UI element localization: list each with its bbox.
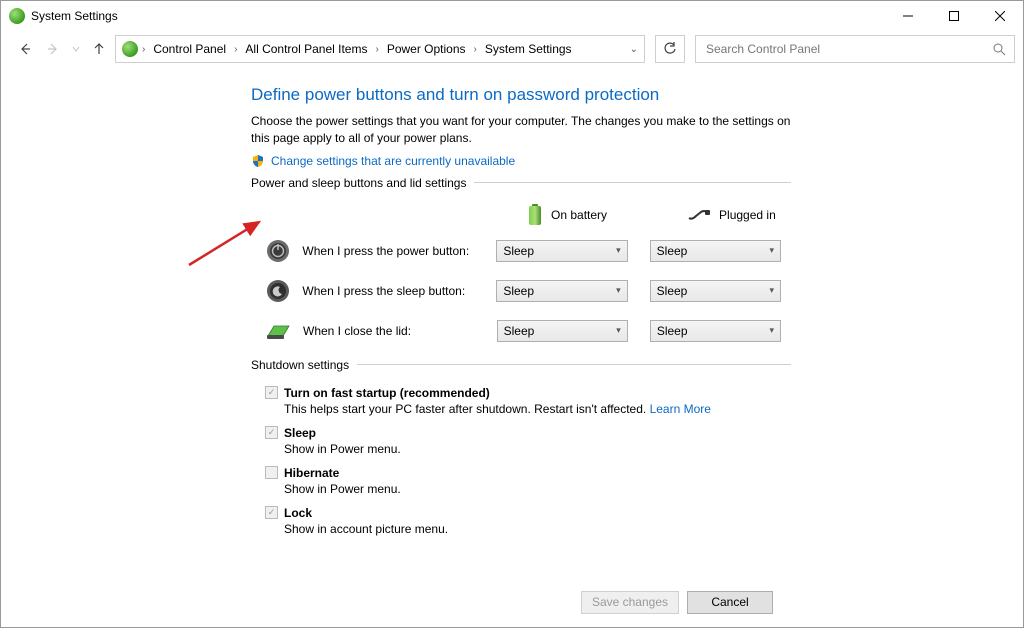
section-shutdown-label: Shutdown settings	[251, 358, 349, 372]
chevron-down-icon: ▾	[769, 325, 774, 336]
checkbox-hibernate-label: Hibernate	[284, 466, 339, 480]
checkbox-lock-label: Lock	[284, 506, 312, 520]
column-header-plugged: Plugged in	[687, 204, 776, 226]
save-button[interactable]: Save changes	[581, 591, 679, 614]
window-controls	[885, 1, 1023, 31]
checkbox-sleep-desc: Show in Power menu.	[284, 442, 791, 456]
lid-icon	[265, 318, 291, 344]
search-input[interactable]	[704, 41, 992, 57]
minimize-button[interactable]	[885, 1, 931, 31]
page-heading: Define power buttons and turn on passwor…	[251, 85, 791, 105]
row-sleep-button: When I press the sleep button: Sleep▾ Sl…	[251, 278, 791, 304]
change-settings-link[interactable]: Change settings that are currently unava…	[271, 154, 515, 168]
chevron-down-icon: ▾	[616, 325, 621, 336]
footer: Save changes Cancel	[1, 577, 1023, 627]
learn-more-link[interactable]: Learn More	[650, 402, 711, 416]
close-button[interactable]	[977, 1, 1023, 31]
chevron-down-icon: ▾	[769, 245, 774, 256]
search-box[interactable]	[695, 35, 1015, 63]
divider	[474, 182, 791, 183]
cancel-button[interactable]: Cancel	[687, 591, 773, 614]
control-panel-icon	[9, 8, 25, 24]
up-button[interactable]	[87, 37, 111, 61]
breadcrumb-system-settings[interactable]: System Settings	[481, 42, 576, 56]
titlebar: System Settings	[1, 1, 1023, 31]
breadcrumb-power-options[interactable]: Power Options	[383, 42, 470, 56]
dropdown-lid-battery[interactable]: Sleep▾	[497, 320, 628, 342]
column-header-plugged-label: Plugged in	[719, 208, 776, 222]
recent-dropdown-button[interactable]	[69, 37, 83, 61]
divider	[357, 364, 791, 365]
plug-icon	[687, 208, 711, 222]
chevron-right-icon[interactable]: ›	[140, 44, 147, 55]
chevron-right-icon[interactable]: ›	[373, 44, 380, 55]
row-power-label: When I press the power button:	[302, 244, 484, 258]
dropdown-sleep-battery[interactable]: Sleep▾	[496, 280, 627, 302]
shutdown-hibernate: Hibernate Show in Power menu.	[265, 466, 791, 496]
back-button[interactable]	[13, 37, 37, 61]
chevron-down-icon: ▾	[616, 245, 621, 256]
power-button-icon	[265, 238, 290, 264]
checkbox-fast-startup[interactable]: ✓	[265, 386, 278, 399]
checkbox-sleep-label: Sleep	[284, 426, 316, 440]
forward-button[interactable]	[41, 37, 65, 61]
maximize-button[interactable]	[931, 1, 977, 31]
window-title: System Settings	[31, 9, 118, 23]
checkbox-fast-startup-label: Turn on fast startup (recommended)	[284, 386, 490, 400]
row-power-button: When I press the power button: Sleep▾ Sl…	[251, 238, 791, 264]
navbar: › Control Panel › All Control Panel Item…	[1, 31, 1023, 67]
row-sleep-label: When I press the sleep button:	[302, 284, 484, 298]
shutdown-lock: ✓ Lock Show in account picture menu.	[265, 506, 791, 536]
shield-icon	[251, 154, 265, 168]
row-lid-label: When I close the lid:	[303, 324, 485, 338]
chevron-down-icon: ▾	[769, 285, 774, 296]
checkbox-sleep[interactable]: ✓	[265, 426, 278, 439]
checkbox-hibernate-desc: Show in Power menu.	[284, 482, 791, 496]
section-power-sleep-label: Power and sleep buttons and lid settings	[251, 176, 466, 190]
breadcrumb-all-items[interactable]: All Control Panel Items	[241, 42, 371, 56]
checkbox-lock-desc: Show in account picture menu.	[284, 522, 791, 536]
shutdown-fast-startup: ✓ Turn on fast startup (recommended) Thi…	[265, 386, 791, 416]
column-header-battery: On battery	[527, 204, 607, 226]
checkbox-fast-startup-desc: This helps start your PC faster after sh…	[284, 402, 791, 416]
address-bar[interactable]: › Control Panel › All Control Panel Item…	[115, 35, 645, 63]
chevron-right-icon[interactable]: ›	[232, 44, 239, 55]
dropdown-sleep-plugged[interactable]: Sleep▾	[650, 280, 781, 302]
checkbox-lock[interactable]: ✓	[265, 506, 278, 519]
page-description: Choose the power settings that you want …	[251, 113, 791, 148]
dropdown-power-plugged[interactable]: Sleep▾	[650, 240, 781, 262]
dropdown-power-battery[interactable]: Sleep▾	[496, 240, 627, 262]
column-header-battery-label: On battery	[551, 208, 607, 222]
refresh-button[interactable]	[655, 35, 685, 63]
dropdown-lid-plugged[interactable]: Sleep▾	[650, 320, 781, 342]
titlebar-left: System Settings	[9, 8, 118, 24]
row-close-lid: When I close the lid: Sleep▾ Sleep▾	[251, 318, 791, 344]
control-panel-icon	[122, 41, 138, 57]
battery-icon	[527, 204, 543, 226]
shutdown-sleep: ✓ Sleep Show in Power menu.	[265, 426, 791, 456]
content: Define power buttons and turn on passwor…	[1, 67, 1023, 577]
window: System Settings › Control Panel › All Co…	[0, 0, 1024, 628]
breadcrumb-control-panel[interactable]: Control Panel	[149, 42, 230, 56]
checkbox-hibernate[interactable]	[265, 466, 278, 479]
sleep-button-icon	[265, 278, 290, 304]
search-icon	[992, 42, 1006, 56]
chevron-right-icon[interactable]: ›	[472, 44, 479, 55]
chevron-down-icon: ▾	[616, 285, 621, 296]
chevron-down-icon[interactable]: ⌄	[628, 44, 640, 55]
